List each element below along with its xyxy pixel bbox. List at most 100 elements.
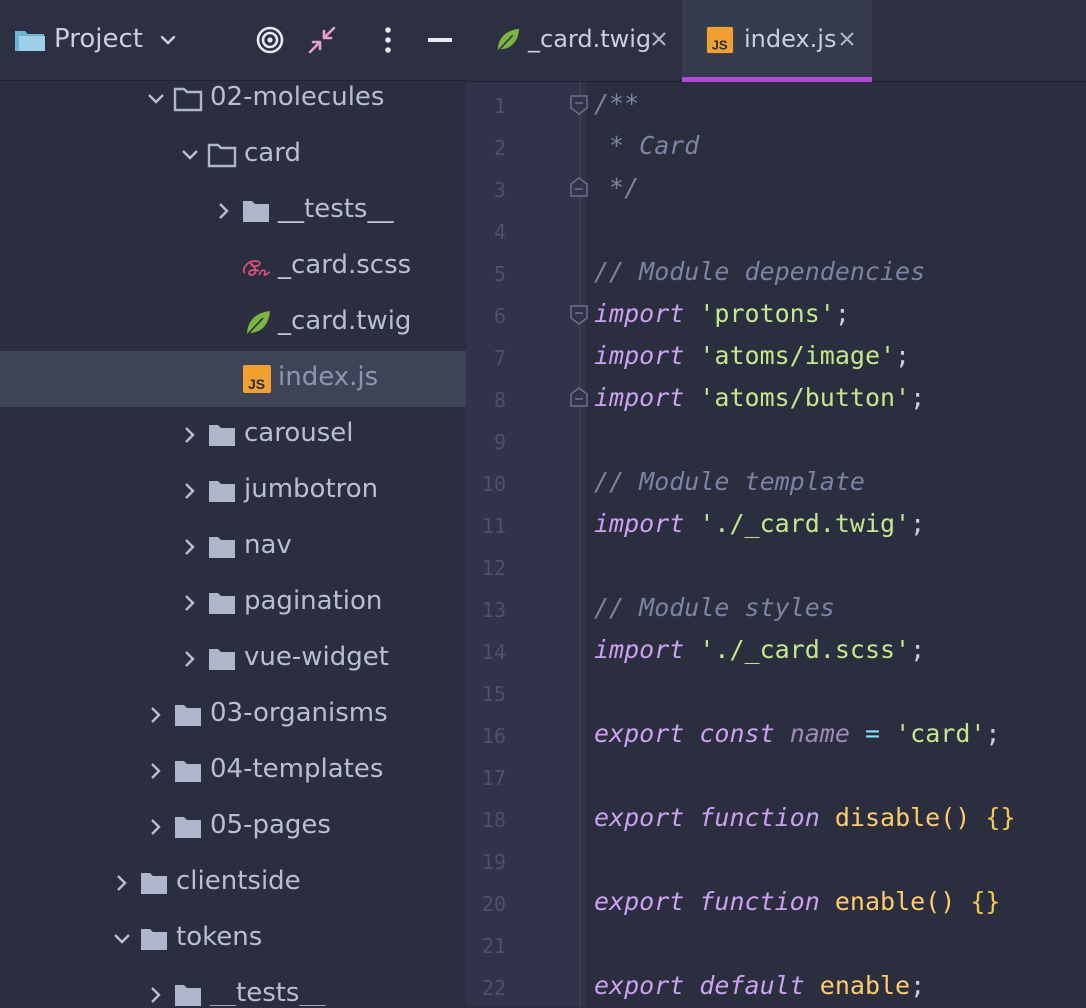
collapse-all-icon[interactable] (306, 24, 338, 56)
code-line[interactable]: 5 // Module dependencies (466, 252, 1086, 294)
code-line[interactable]: 3 */ (466, 168, 1086, 210)
tree-item-nav[interactable]: nav (0, 519, 466, 575)
code-line[interactable]: 16 export const name = 'card'; (466, 714, 1086, 756)
folder-icon (243, 201, 269, 222)
tree-item-index-js[interactable]: JS index.js (0, 351, 466, 407)
tree-item-tokens[interactable]: tokens (0, 911, 466, 967)
code-token: default (699, 971, 805, 1000)
tree-item-label: clientside (176, 866, 301, 896)
code-token: * Card (594, 131, 700, 160)
tree-item-04-templates[interactable]: 04-templates (0, 743, 466, 799)
chevron-right-icon[interactable] (111, 872, 133, 894)
folder-open-icon (173, 87, 203, 112)
code-token: ; (910, 971, 926, 1000)
code-token: enable (834, 887, 926, 916)
code-line[interactable]: 8 import 'atoms/button'; (466, 378, 1086, 420)
code-line[interactable]: 10 // Module template (466, 462, 1086, 504)
code-line[interactable]: 22 export default enable; (466, 966, 1086, 1008)
code-line[interactable]: 11 import './_card.twig'; (466, 504, 1086, 546)
code-token: 'atoms/button' (699, 383, 911, 412)
fold-collapse-icon[interactable] (570, 305, 588, 325)
tree-item-card-twig[interactable]: _card.twig (0, 295, 466, 351)
chevron-right-icon[interactable] (179, 536, 201, 558)
chevron-right-icon[interactable] (179, 424, 201, 446)
project-panel-header: Project (0, 0, 466, 81)
tree-item-clientside[interactable]: clientside (0, 855, 466, 911)
code-text: export const name = 'card'; (594, 719, 1000, 748)
tree-item-label: vue-widget (244, 642, 389, 672)
code-token: {} (985, 803, 1016, 832)
tree-item-card-scss[interactable]: _card.scss (0, 239, 466, 295)
code-line[interactable]: 14 import './_card.scss'; (466, 630, 1086, 672)
tree-item-label: _card.scss (278, 250, 412, 280)
locate-target-icon[interactable] (254, 24, 286, 56)
code-text: export default enable; (594, 971, 925, 1000)
chevron-right-icon[interactable] (179, 480, 201, 502)
tree-item-jumbotron[interactable]: jumbotron (0, 463, 466, 519)
tree-item-label: _card.twig (278, 306, 412, 336)
tree-item-carousel[interactable]: carousel (0, 407, 466, 463)
code-line[interactable]: 7 import 'atoms/image'; (466, 336, 1086, 378)
tree-item-vue-widget[interactable]: vue-widget (0, 631, 466, 687)
code-line[interactable]: 20 export function enable() {} (466, 882, 1086, 924)
tree-item-03-organisms[interactable]: 03-organisms (0, 687, 466, 743)
tree-item-tests[interactable]: __tests__ (0, 183, 466, 239)
code-line[interactable]: 13 // Module styles (466, 588, 1086, 630)
code-token: ; (910, 635, 926, 664)
chevron-right-icon[interactable] (145, 760, 167, 782)
chevron-right-icon[interactable] (179, 648, 201, 670)
line-number: 2 (493, 136, 506, 160)
code-token: // Module styles (594, 593, 835, 622)
chevron-down-icon[interactable] (145, 88, 167, 110)
chevron-right-icon[interactable] (179, 592, 201, 614)
fold-end-icon[interactable] (570, 387, 588, 407)
code-line[interactable]: 12 (466, 546, 1086, 588)
tree-item-card[interactable]: card (0, 127, 466, 183)
code-line[interactable]: 18 export function disable() {} (466, 798, 1086, 840)
line-number: 3 (493, 178, 506, 202)
code-line[interactable]: 19 (466, 840, 1086, 882)
tree-item-05-pages[interactable]: 05-pages (0, 799, 466, 855)
close-icon[interactable] (650, 30, 668, 48)
code-token: function (699, 887, 820, 916)
more-vertical-icon[interactable] (372, 24, 404, 56)
chevron-down-icon[interactable] (158, 30, 178, 50)
code-text: import './_card.scss'; (594, 635, 925, 664)
code-line[interactable]: 2 * Card (466, 126, 1086, 168)
chevron-down-icon[interactable] (111, 928, 133, 950)
code-line[interactable]: 4 (466, 210, 1086, 252)
chevron-right-icon[interactable] (145, 704, 167, 726)
code-line[interactable]: 9 (466, 420, 1086, 462)
minimize-icon[interactable] (424, 24, 456, 56)
tree-item-tokens-tests[interactable]: __tests__ (0, 967, 466, 1006)
folder-icon (175, 761, 201, 782)
chevron-right-icon[interactable] (213, 200, 235, 222)
fold-end-icon[interactable] (570, 177, 588, 197)
tree-item-label: __tests__ (278, 194, 394, 224)
close-icon[interactable] (838, 30, 856, 48)
tab-card-twig[interactable]: _card.twig (466, 0, 682, 81)
chevron-right-icon[interactable] (145, 816, 167, 838)
tab-index-js[interactable]: JS index.js (682, 0, 872, 82)
code-token: */ (594, 173, 640, 202)
code-line[interactable]: 1 /** (466, 84, 1086, 126)
chevron-right-icon[interactable] (145, 984, 167, 1006)
tree-item-pagination[interactable]: pagination (0, 575, 466, 631)
code-line[interactable]: 17 (466, 756, 1086, 798)
tree-item-02-molecules[interactable]: 02-molecules (0, 71, 466, 127)
fold-collapse-icon[interactable] (570, 95, 588, 115)
chevron-down-icon[interactable] (179, 144, 201, 166)
project-title[interactable]: Project (54, 24, 143, 54)
code-token: import (594, 383, 685, 412)
code-line[interactable]: 6 import 'protons'; (466, 294, 1086, 336)
code-line[interactable]: 15 (466, 672, 1086, 714)
code-text: * Card (594, 131, 699, 160)
line-number: 5 (493, 262, 506, 286)
line-number: 18 (481, 808, 506, 832)
code-text: import 'protons'; (594, 299, 850, 328)
line-number: 1 (493, 94, 506, 118)
tree-item-label: pagination (244, 586, 383, 616)
code-line[interactable]: 21 (466, 924, 1086, 966)
